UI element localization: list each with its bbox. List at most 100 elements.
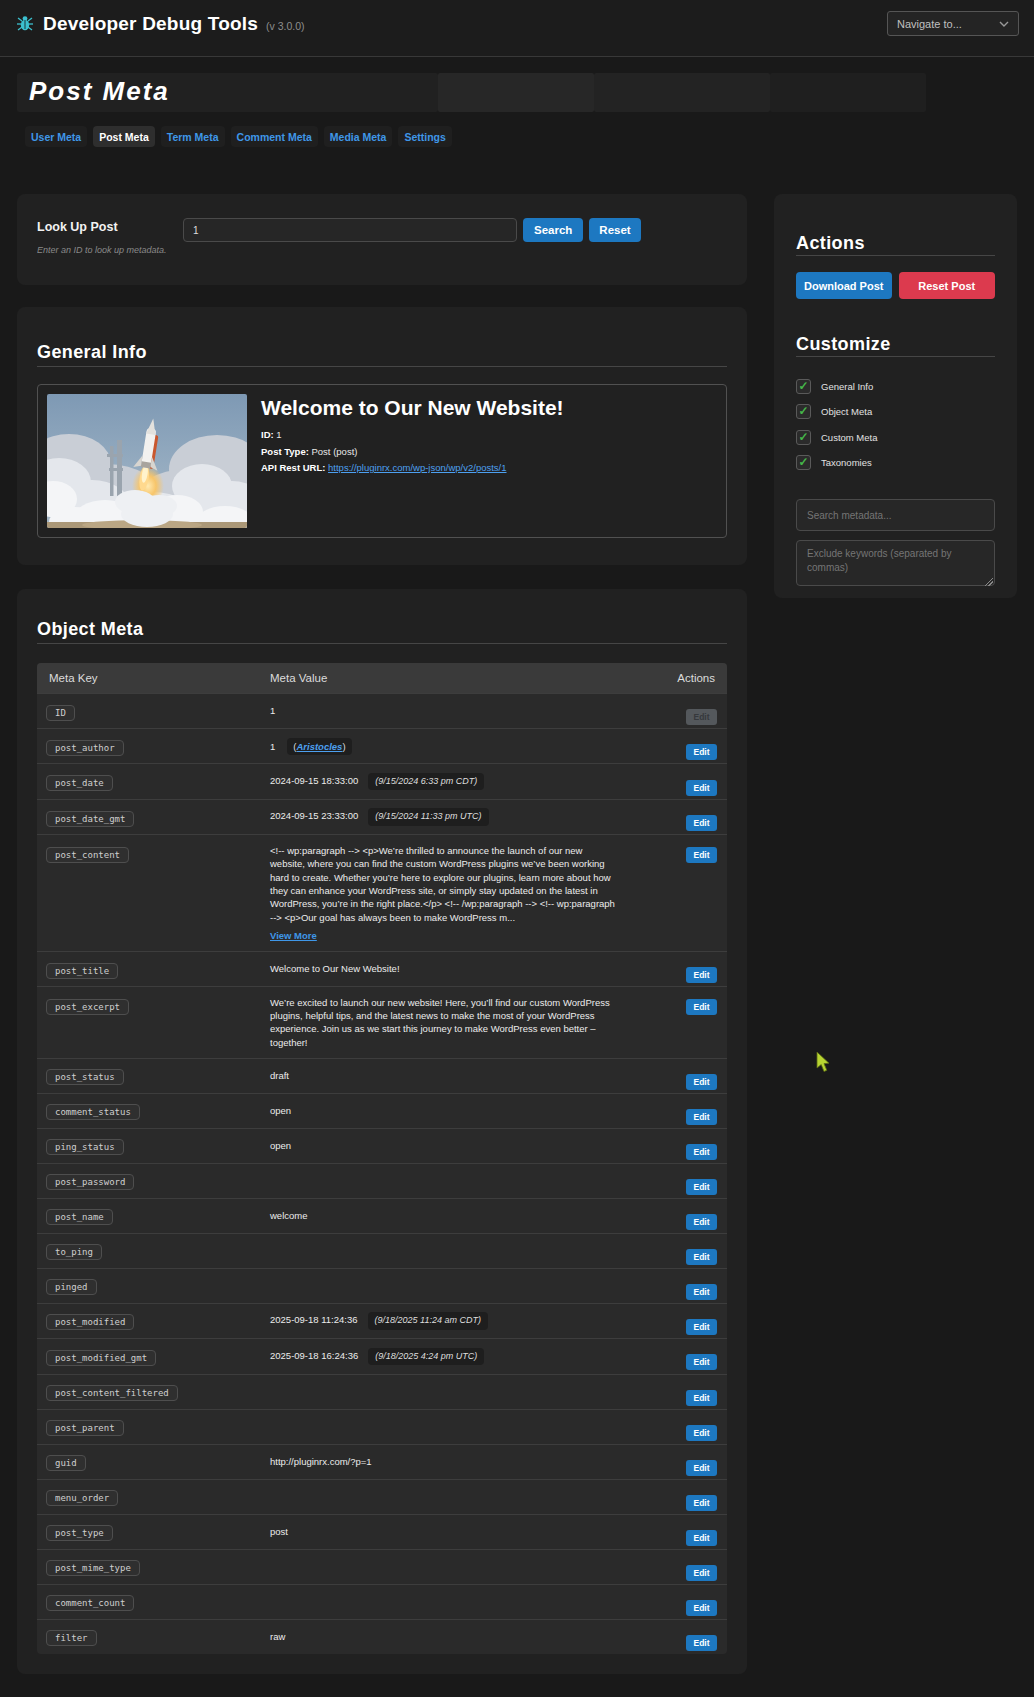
edit-button[interactable]: Edit xyxy=(686,999,717,1015)
actions-cell: Edit xyxy=(686,1097,727,1125)
checkbox[interactable]: ✓ xyxy=(796,430,811,445)
edit-button[interactable]: Edit xyxy=(686,1565,717,1581)
meta-key-cell: post_parent xyxy=(37,1417,270,1436)
edit-button[interactable]: Edit xyxy=(686,967,717,983)
edit-button[interactable]: Edit xyxy=(686,1249,717,1265)
meta-key-badge: post_date xyxy=(46,775,113,791)
search-metadata-input[interactable] xyxy=(796,499,995,531)
exclude-keywords-textarea[interactable] xyxy=(796,540,995,586)
meta-value-text: draft xyxy=(270,1070,289,1081)
search-button[interactable]: Search xyxy=(523,218,583,242)
edit-button[interactable]: Edit xyxy=(686,1600,717,1616)
meta-value-cell: http://pluginrx.com/?p=1 xyxy=(270,1446,372,1476)
meta-value-cell: 1(Aristocles) xyxy=(270,729,352,763)
tab-post-meta[interactable]: Post Meta xyxy=(93,126,155,147)
meta-key-cell: post_type xyxy=(37,1522,270,1541)
actions-cell: Edit xyxy=(686,1237,727,1265)
post-id-line: ID: 1 xyxy=(261,427,564,444)
edit-button[interactable]: Edit xyxy=(686,1530,717,1546)
table-row: comment_count Edit xyxy=(37,1584,727,1619)
tab-term-meta[interactable]: Term Meta xyxy=(161,126,225,147)
edit-button[interactable]: Edit xyxy=(686,1074,717,1090)
edit-button[interactable]: Edit xyxy=(686,847,717,863)
meta-value-text: raw xyxy=(270,1631,285,1642)
meta-value-cell: welcome xyxy=(270,1200,308,1230)
checkbox-label: General Info xyxy=(821,381,873,392)
actions-cell: Edit xyxy=(686,1588,727,1616)
meta-value-cell: 2024-09-15 23:33:00 (9/15/2024 11:33 pm U… xyxy=(270,800,489,834)
edit-button[interactable]: Edit xyxy=(686,1214,717,1230)
meta-value-text: open xyxy=(270,1105,291,1116)
title-band-block xyxy=(594,73,770,112)
title-band-block xyxy=(438,73,594,112)
post-title: Welcome to Our New Website! xyxy=(261,396,564,420)
meta-key-cell: comment_status xyxy=(37,1101,270,1120)
meta-key-cell: post_modified xyxy=(37,1311,270,1330)
meta-value-cell: 2024-09-15 18:33:00(9/15/2024 6:33 pm CD… xyxy=(270,764,484,798)
edit-button[interactable]: Edit xyxy=(686,1635,717,1651)
meta-value-cell: open xyxy=(270,1130,291,1160)
meta-key-badge: post_status xyxy=(46,1069,124,1085)
meta-value-text: welcome xyxy=(270,1210,308,1221)
tab-comment-meta[interactable]: Comment Meta xyxy=(231,126,318,147)
meta-value-text: 1 xyxy=(270,741,275,752)
tab-user-meta[interactable]: User Meta xyxy=(25,126,87,147)
author-link[interactable]: Aristocles xyxy=(296,741,342,752)
meta-key-badge: post_mime_type xyxy=(46,1560,140,1576)
local-time-badge: (9/15/2024 11:33 pm UTC) xyxy=(368,808,488,825)
meta-key-cell: post_modified_gmt xyxy=(37,1347,270,1366)
edit-button[interactable]: Edit xyxy=(686,1179,717,1195)
edit-button[interactable]: Edit xyxy=(686,1460,717,1476)
edit-button[interactable]: Edit xyxy=(686,815,717,831)
edit-button[interactable]: Edit xyxy=(686,744,717,760)
meta-key-cell: to_ping xyxy=(37,1241,270,1260)
meta-key-cell: ping_status xyxy=(37,1136,270,1155)
edit-button[interactable]: Edit xyxy=(686,780,717,796)
reset-post-button[interactable]: Reset Post xyxy=(899,272,996,299)
meta-value-cell: We’re excited to launch our new website!… xyxy=(270,987,615,1058)
checkbox[interactable]: ✓ xyxy=(796,379,811,394)
customize-option-object-meta: ✓Object Meta xyxy=(796,404,995,420)
edit-button[interactable]: Edit xyxy=(686,1109,717,1125)
edit-button[interactable]: Edit xyxy=(686,1354,717,1370)
column-header-meta-key: Meta Key xyxy=(37,672,270,684)
meta-key-cell: post_name xyxy=(37,1206,270,1225)
lookup-post-panel: Look Up Post Enter an ID to look up meta… xyxy=(17,194,747,285)
tab-settings[interactable]: Settings xyxy=(398,126,451,147)
edit-button[interactable]: Edit xyxy=(686,1495,717,1511)
navigate-to-select[interactable]: Navigate to... xyxy=(887,11,1019,36)
api-rest-url-link[interactable]: https://pluginrx.com/wp-json/wp/v2/posts… xyxy=(328,462,506,473)
edit-button[interactable]: Edit xyxy=(686,1319,717,1335)
actions-cell: Edit xyxy=(686,1272,727,1300)
edit-button[interactable]: Edit xyxy=(686,1144,717,1160)
meta-key-cell: post_author xyxy=(37,737,270,756)
edit-button[interactable]: Edit xyxy=(686,1425,717,1441)
table-row: ID1Edit xyxy=(37,693,727,728)
actions-cell: Edit xyxy=(686,1413,727,1441)
resize-grip-icon[interactable] xyxy=(984,577,993,586)
checkbox[interactable]: ✓ xyxy=(796,404,811,419)
actions-cell: Edit xyxy=(686,803,727,831)
meta-key-badge: comment_count xyxy=(46,1595,134,1611)
edit-button[interactable]: Edit xyxy=(686,709,717,725)
view-more-link[interactable]: View More xyxy=(270,930,317,941)
edit-button[interactable]: Edit xyxy=(686,1284,717,1300)
lookup-hint: Enter an ID to look up metadata. xyxy=(37,245,183,255)
checkbox[interactable]: ✓ xyxy=(796,455,811,470)
post-id-input[interactable] xyxy=(183,218,517,242)
edit-button[interactable]: Edit xyxy=(686,1390,717,1406)
reset-button[interactable]: Reset xyxy=(589,218,640,242)
table-row: ping_statusopen Edit xyxy=(37,1128,727,1163)
meta-value-cell: 2025-09-18 11:24:36(9/18/2025 11:24 am C… xyxy=(270,1304,488,1338)
table-row: pingedEdit xyxy=(37,1268,727,1303)
customize-checkbox-list: ✓General Info✓Object Meta✓Custom Meta✓Ta… xyxy=(796,378,995,471)
meta-value-text: post xyxy=(270,1526,288,1537)
title-band-block xyxy=(770,73,926,112)
bug-logo-icon xyxy=(15,14,35,34)
download-post-button[interactable]: Download Post xyxy=(796,272,892,299)
tab-media-meta[interactable]: Media Meta xyxy=(324,126,393,147)
api-url-line: API Rest URL: https://pluginrx.com/wp-js… xyxy=(261,460,564,477)
meta-value-text: 2024-09-15 23:33:00 xyxy=(270,810,358,821)
meta-key-badge: post_parent xyxy=(46,1420,124,1436)
meta-key-cell: post_mime_type xyxy=(37,1557,270,1576)
